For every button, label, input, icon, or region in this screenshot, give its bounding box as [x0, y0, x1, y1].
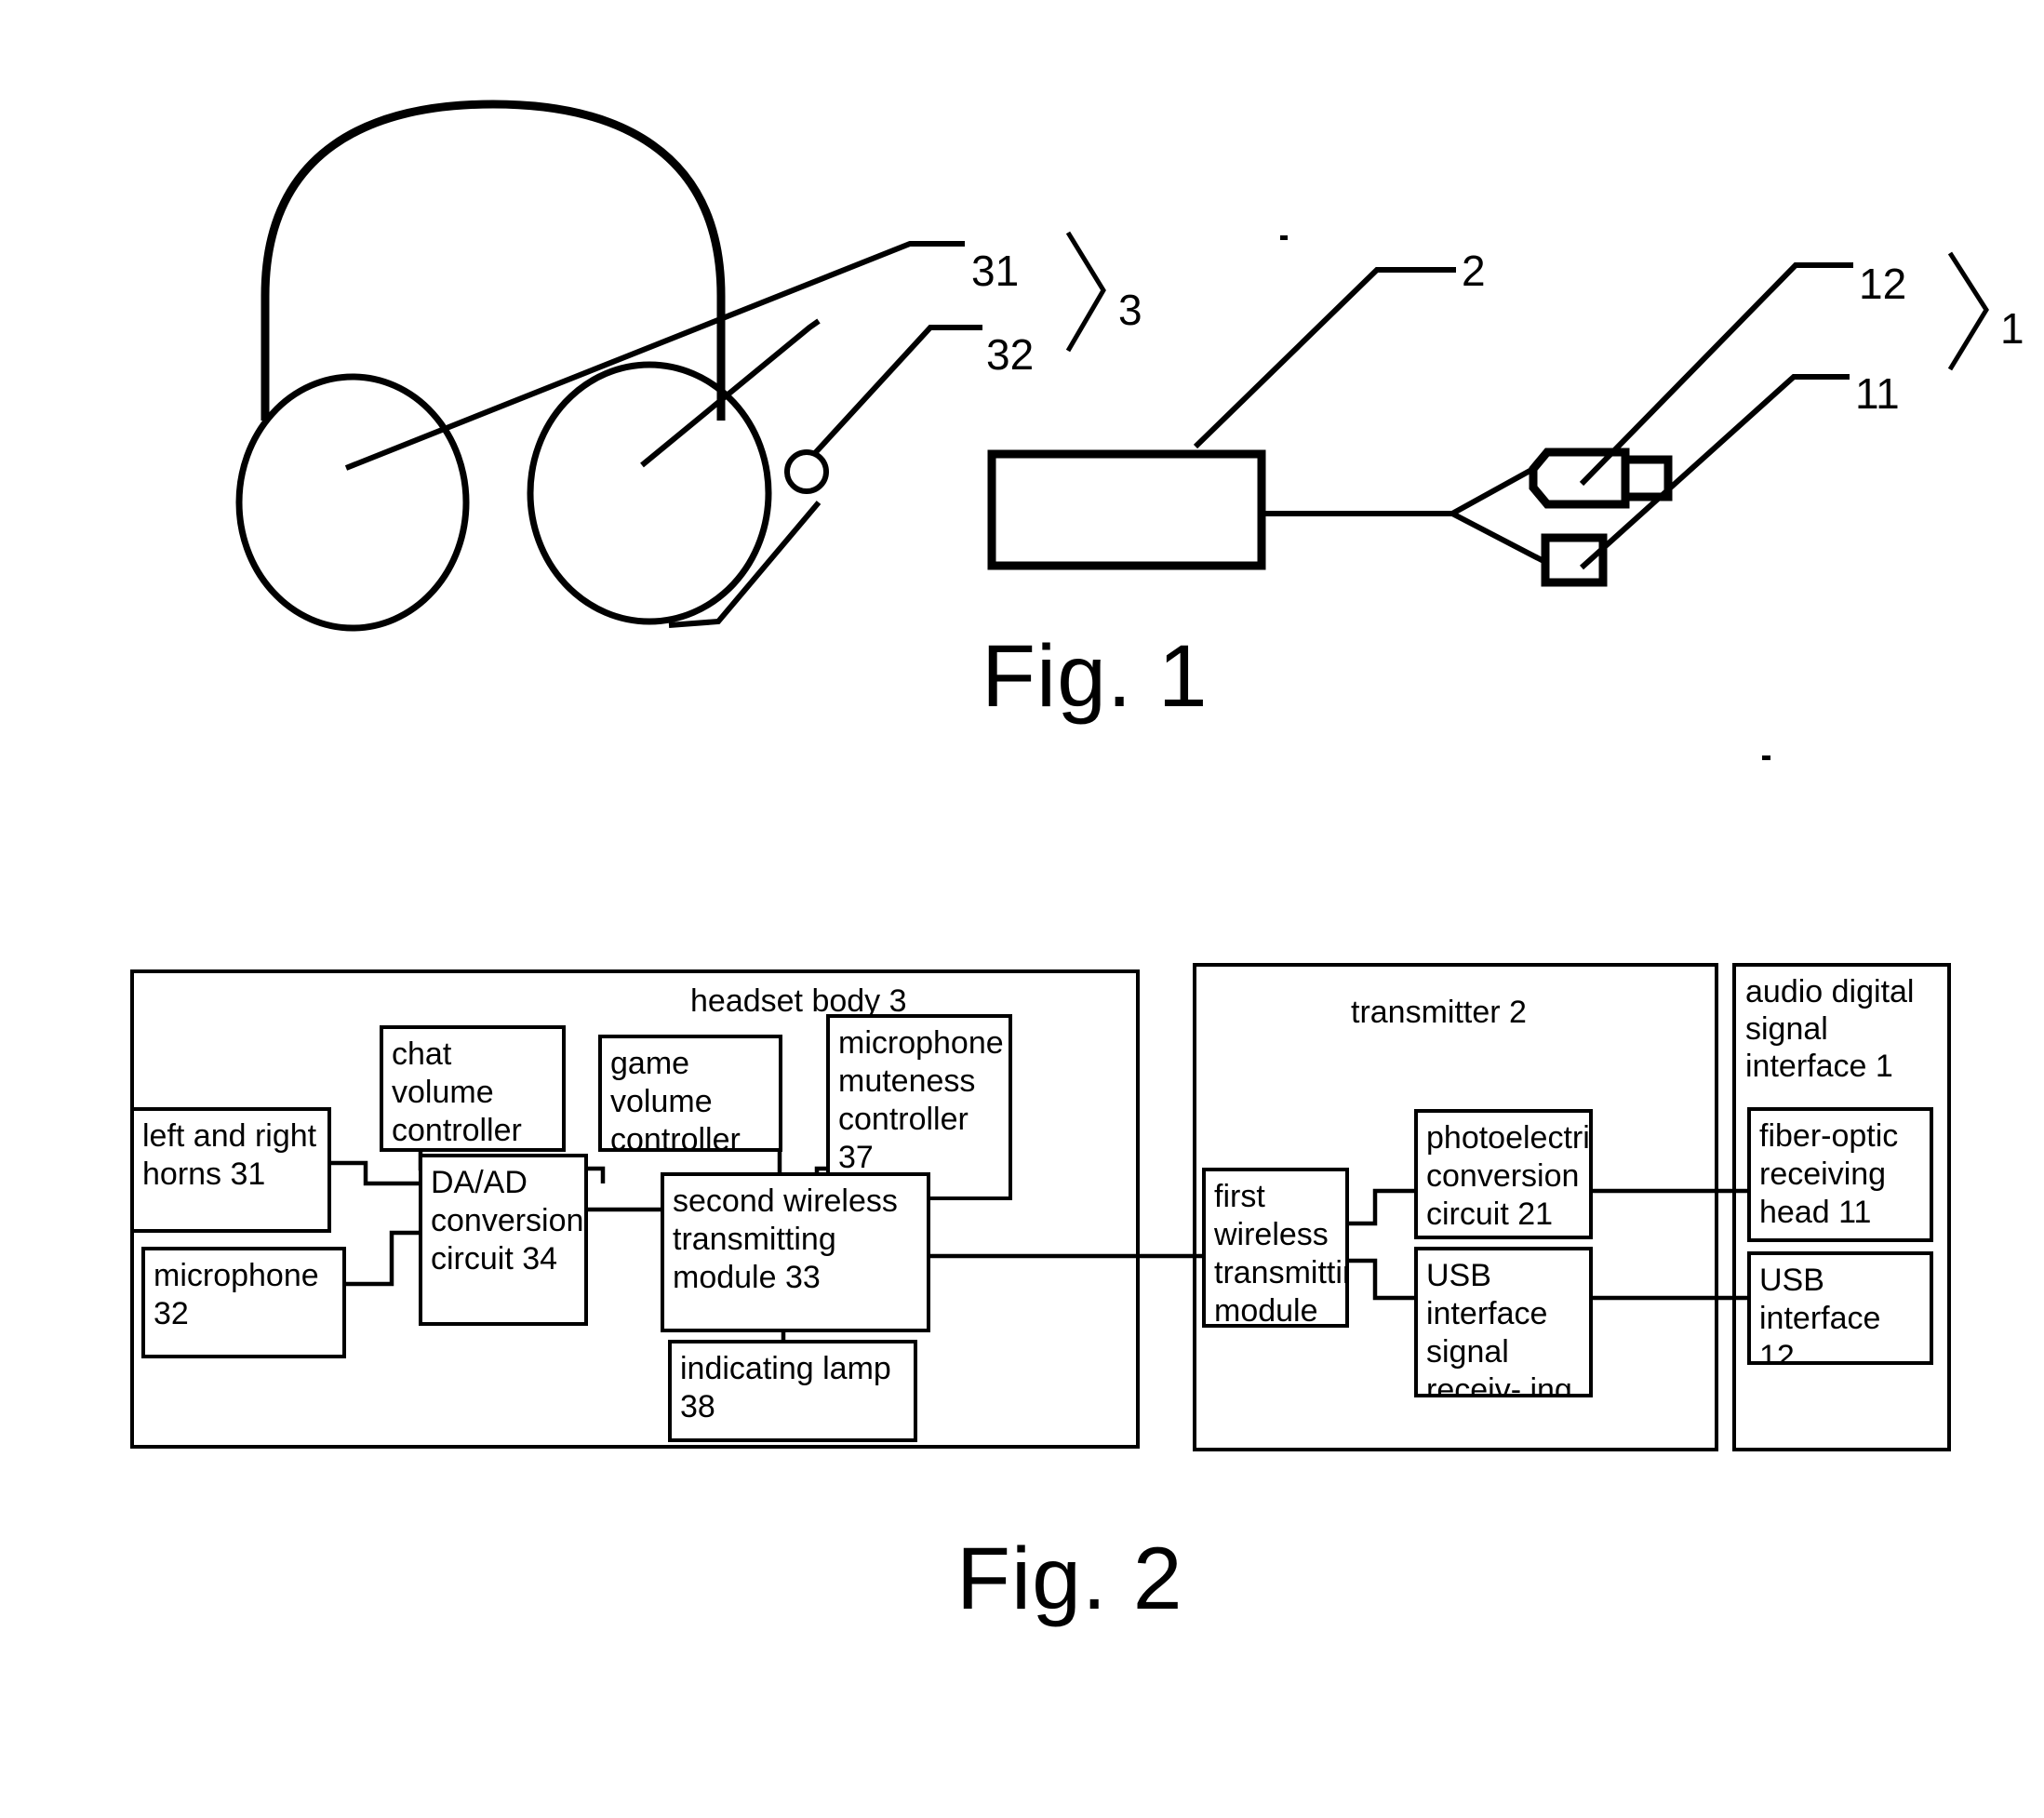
block-usb-interface[interactable]: USB interface 12: [1747, 1251, 1933, 1365]
microphone-boom: [668, 501, 822, 628]
scan-speck: [1280, 235, 1288, 240]
left-earcup: [235, 373, 470, 632]
ref-label-1: 1: [2000, 304, 2024, 353]
usb-connector: [1529, 448, 1673, 509]
leader-line-11: [1579, 374, 1850, 570]
ref-label-3: 3: [1118, 286, 1142, 334]
block-fiber-optic-receiving-head[interactable]: fiber-optic receiving head 11: [1747, 1107, 1933, 1242]
block-chat-volume-controller[interactable]: chat volume controller 35: [380, 1025, 566, 1152]
block-photoelectric-conversion-circuit[interactable]: photoelectric conversion circuit 21: [1414, 1109, 1593, 1239]
block-game-volume-controller[interactable]: game volume controller 36: [598, 1035, 782, 1152]
block-da-ad-conversion-circuit[interactable]: DA/AD conversion circuit 34: [419, 1154, 588, 1326]
block-microphone[interactable]: microphone 32: [141, 1247, 346, 1358]
figure-2-caption: Fig. 2: [956, 1530, 1183, 1628]
block-first-wireless-transmitting-module[interactable]: first wireless transmitting module 23: [1202, 1168, 1349, 1328]
ref-label-2: 2: [1462, 247, 1486, 295]
figure-1-caption: Fig. 1: [982, 627, 1209, 726]
transmitter-box: [987, 449, 1266, 570]
leader-line-31: [344, 241, 965, 471]
brace-3: [1065, 231, 1106, 353]
right-earcup: [527, 361, 772, 625]
ref-label-11: 11: [1855, 369, 1900, 418]
block-left-and-right-horns[interactable]: left and right horns 31: [130, 1107, 331, 1233]
ref-label-31: 31: [971, 247, 1020, 295]
patent-drawing-sheet: 31 32 3 2 12 11 1 Fig. 1 headset body 3 …: [0, 0, 2044, 1818]
brace-1: [1947, 251, 1989, 371]
ref-label-32: 32: [986, 330, 1035, 379]
block-usb-interface-signal-receiving-circuit[interactable]: USB interface signal receiv- ing circuit…: [1414, 1247, 1593, 1397]
block-second-wireless-transmitting-module[interactable]: second wireless transmitting module 33: [661, 1172, 930, 1332]
ref-label-12: 12: [1859, 260, 1907, 308]
leader-line-12: [1579, 262, 1853, 487]
microphone-capsule: [784, 449, 829, 494]
leader-line-32: [640, 318, 821, 468]
headband-icon: [261, 100, 726, 421]
block-indicating-lamp[interactable]: indicating lamp 38: [668, 1340, 917, 1442]
fiber-optic-connector: [1541, 533, 1608, 587]
leader-line-2: [1193, 267, 1456, 449]
scan-speck: [1762, 755, 1770, 760]
